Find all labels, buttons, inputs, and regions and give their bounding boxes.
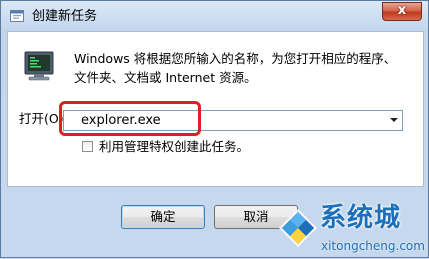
watermark-brand: 系统城 — [320, 203, 402, 233]
watermark-url: xitongcheng.com — [321, 239, 425, 253]
open-combobox[interactable]: explorer.exe — [63, 110, 403, 131]
admin-privilege-label[interactable]: 利用管理特权创建此任务。 — [99, 139, 249, 155]
watermark: 系统城 xitongcheng.com — [273, 201, 429, 259]
title-bar[interactable]: 创建新任务 x — [1, 1, 428, 33]
description-line-2: 文件夹、文档或 Internet 资源。 — [74, 70, 257, 85]
description-line-1: Windows 将根据您所输入的名称，为您打开相应的程序、 — [74, 51, 397, 66]
windows-logo-icon — [279, 209, 317, 247]
close-icon: x — [397, 3, 407, 18]
window-title: 创建新任务 — [32, 9, 98, 24]
open-input[interactable]: explorer.exe — [81, 112, 161, 129]
create-task-dialog: 创建新任务 x Windows 将根据您所输入的名称，为您打开相应的程序、 文件… — [0, 0, 429, 258]
dialog-body: Windows 将根据您所输入的名称，为您打开相应的程序、 文件夹、文档或 In… — [7, 31, 424, 187]
open-label: 打开(O): — [19, 111, 68, 126]
ok-button[interactable]: 确定 — [121, 205, 205, 229]
admin-privilege-checkbox[interactable] — [82, 141, 93, 152]
close-button[interactable]: x — [382, 2, 422, 21]
chevron-down-icon[interactable] — [390, 118, 398, 122]
computer-run-icon — [24, 51, 54, 81]
run-dialog-icon — [10, 10, 24, 22]
